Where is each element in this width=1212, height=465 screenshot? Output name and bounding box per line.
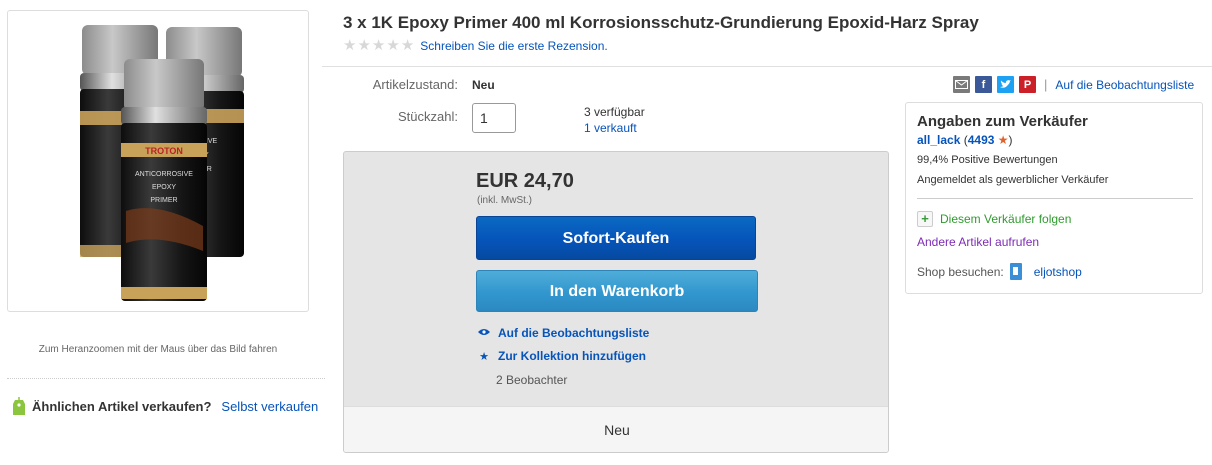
store-icon (1009, 263, 1022, 280)
tag-icon (13, 397, 25, 415)
share-row: f P | Auf die Beobachtungsliste (953, 76, 1194, 93)
feedback-close: ) (1008, 133, 1013, 147)
seller-name-link[interactable]: all_lack (917, 133, 960, 147)
follow-seller-action[interactable]: + Diesem Verkäufer folgen (917, 211, 1071, 227)
add-to-collection-action[interactable]: ★ Zur Kollektion hinzufügen (478, 349, 646, 363)
condition-footer: Neu (344, 406, 888, 452)
feedback-score-link[interactable]: 4493 (968, 133, 995, 147)
svg-text:ANTICORROSIVE: ANTICORROSIVE (135, 171, 193, 178)
rating-row: ★ ★ ★ ★ ★ Schreiben Sie die erste Rezens… (343, 38, 608, 53)
add-to-watchlist-label: Auf die Beobachtungsliste (498, 326, 650, 340)
feedback-star-icon: ★ (997, 133, 1009, 147)
can-brand: TROTON (145, 146, 183, 156)
shop-label: Shop besuchen: (917, 264, 1004, 279)
vat-note: (inkl. MwSt.) (477, 195, 532, 206)
twitter-icon[interactable] (997, 76, 1014, 93)
left-divider (7, 378, 325, 379)
star-icon: ★ (371, 37, 386, 54)
seller-name-row: all_lack (4493 ★) (917, 133, 1013, 147)
spray-cans-image: ROSIVE XY MER TROTON ANTICORROSIVE EPOXY… (80, 25, 244, 301)
plus-icon: + (917, 211, 933, 227)
star-icon: ★ (400, 37, 415, 54)
pinterest-icon[interactable]: P (1019, 76, 1036, 93)
add-to-collection-label: Zur Kollektion hinzufügen (498, 349, 646, 363)
star-icon: ★ (479, 350, 489, 363)
sold-count-link[interactable]: 1 verkauft (584, 120, 645, 136)
page-title: 3 x 1K Epoxy Primer 400 ml Korrosionssch… (343, 13, 979, 32)
sell-similar-question: Ähnlichen Artikel verkaufen? (32, 398, 212, 414)
seller-info-box: Angaben zum Verkäufer all_lack (4493 ★) … (905, 102, 1203, 294)
add-to-watchlist-action[interactable]: Auf die Beobachtungsliste (478, 326, 649, 340)
product-image[interactable]: ROSIVE XY MER TROTON ANTICORROSIVE EPOXY… (7, 10, 309, 312)
write-review-link[interactable]: Schreiben Sie die erste Rezension. (420, 39, 607, 53)
eye-icon (478, 327, 490, 339)
buy-now-button[interactable]: Sofort-Kaufen (476, 216, 756, 260)
watchers-count: 2 Beobachter (496, 373, 568, 387)
star-icon: ★ (343, 37, 357, 54)
svg-text:EPOXY: EPOXY (152, 184, 176, 191)
price: EUR 24,70 (476, 170, 574, 192)
add-to-cart-button[interactable]: In den Warenkorb (476, 270, 758, 312)
seller-divider (917, 198, 1193, 199)
positive-feedback: 99,4% Positive Bewertungen (917, 154, 1058, 166)
share-separator: | (1044, 77, 1048, 92)
star-icon: ★ (386, 37, 400, 54)
can-front: TROTON ANTICORROSIVE EPOXY PRIMER (121, 59, 207, 301)
other-items-link[interactable]: Andere Artikel aufrufen (917, 235, 1039, 249)
rating-stars: ★ ★ ★ ★ ★ (343, 38, 414, 53)
star-icon: ★ (357, 37, 371, 54)
buy-box: EUR 24,70 (inkl. MwSt.) Sofort-Kaufen In… (343, 151, 889, 453)
follow-seller-label: Diesem Verkäufer folgen (940, 212, 1072, 226)
svg-text:PRIMER: PRIMER (150, 197, 177, 204)
facebook-icon[interactable]: f (975, 76, 992, 93)
watchlist-link[interactable]: Auf die Beobachtungsliste (1055, 78, 1194, 92)
shop-row: Shop besuchen: eljotshop (917, 263, 1082, 280)
sell-yourself-link[interactable]: Selbst verkaufen (221, 399, 318, 414)
seller-heading: Angaben zum Verkäufer (917, 113, 1088, 130)
sell-similar-row: Ähnlichen Artikel verkaufen? Selbst verk… (12, 396, 318, 416)
condition-label: Artikelzustand: (372, 77, 458, 92)
title-divider (322, 66, 1212, 67)
quantity-label: Stückzahl: (398, 109, 458, 124)
seller-registration: Angemeldet als gewerblicher Verkäufer (917, 174, 1109, 186)
email-icon[interactable] (953, 76, 970, 93)
zoom-hint: Zum Heranzoomen mit der Maus über das Bi… (38, 344, 278, 355)
quantity-input[interactable] (472, 103, 516, 133)
availability: 3 verfügbar 1 verkauft (584, 104, 645, 136)
shop-link[interactable]: eljotshop (1034, 265, 1082, 279)
condition-value: Neu (472, 78, 495, 92)
available-count: 3 verfügbar (584, 105, 645, 119)
